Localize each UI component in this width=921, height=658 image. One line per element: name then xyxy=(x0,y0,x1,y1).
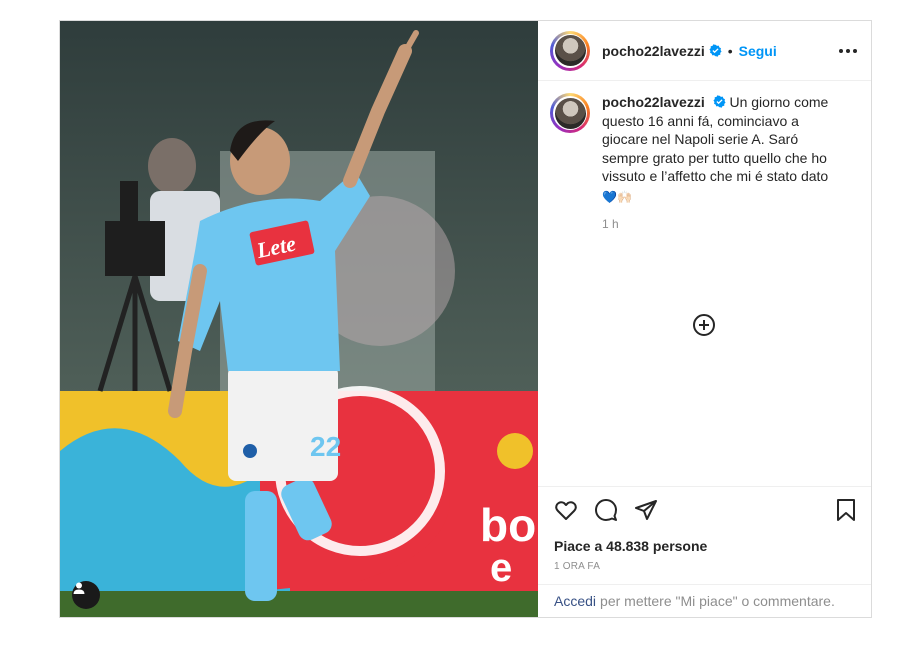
avatar-image xyxy=(554,35,586,66)
caption-username[interactable]: pocho22lavezzi xyxy=(602,94,705,110)
bookmark-icon[interactable] xyxy=(835,498,857,527)
more-options-icon[interactable] xyxy=(839,48,857,53)
plus-circle-icon[interactable] xyxy=(692,313,716,337)
verified-badge-icon xyxy=(713,95,726,108)
avatar[interactable] xyxy=(550,30,590,71)
caption-avatar-image xyxy=(554,97,586,129)
user-tag-icon xyxy=(73,582,85,594)
svg-text:bo: bo xyxy=(480,499,536,551)
caption-emoji: 💙🙌🏻 xyxy=(602,189,632,204)
caption: pocho22lavezzi Un giorno come questo 16 … xyxy=(550,93,857,234)
post-timestamp: 1 ORA FA xyxy=(554,561,601,572)
svg-text:e: e xyxy=(490,546,512,590)
likes-count[interactable]: Piace a 48.838 persone xyxy=(538,538,871,554)
verified-badge-icon xyxy=(709,44,722,57)
login-link[interactable]: Accedi xyxy=(554,593,596,609)
heart-icon[interactable] xyxy=(554,498,578,527)
user-tag-button[interactable] xyxy=(72,581,100,609)
comments-area: pocho22lavezzi Un giorno come questo 16 … xyxy=(538,81,871,486)
login-prompt-text: per mettere "Mi piace" o commentare. xyxy=(600,593,835,609)
login-prompt: Accedi per mettere "Mi piace" o commenta… xyxy=(538,584,871,617)
post-card: bo e 22 Lete pocho22lavezzi • Segui poch… xyxy=(59,20,872,618)
caption-timestamp[interactable]: 1 h xyxy=(602,215,834,234)
separator-dot: • xyxy=(727,42,733,59)
header-username[interactable]: pocho22lavezzi xyxy=(602,43,705,59)
post-photo[interactable]: bo e 22 Lete xyxy=(60,21,538,617)
caption-avatar[interactable] xyxy=(550,93,590,133)
post-side-panel: pocho22lavezzi • Segui pocho22lavezzi Un… xyxy=(538,21,871,617)
post-header: pocho22lavezzi • Segui xyxy=(538,21,871,81)
follow-button[interactable]: Segui xyxy=(739,43,777,59)
paper-plane-icon[interactable] xyxy=(634,498,658,527)
photo-illustration: bo e 22 Lete xyxy=(60,21,538,617)
comment-icon[interactable] xyxy=(594,498,618,527)
action-bar xyxy=(538,486,871,538)
shirt-number: 22 xyxy=(310,431,341,462)
